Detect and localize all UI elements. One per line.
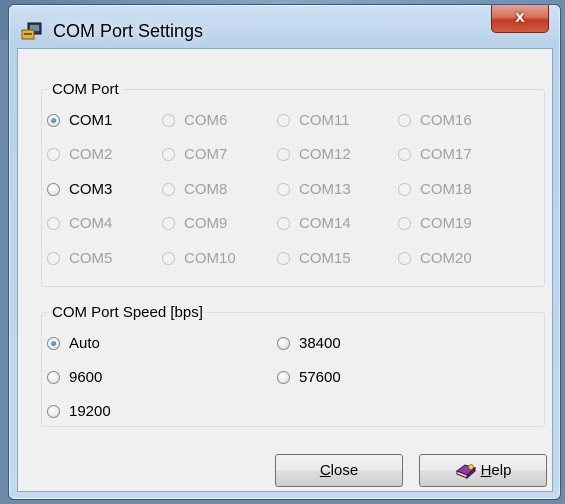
radio-indicator[interactable] <box>47 113 60 127</box>
radio-com14-label: COM14 <box>299 214 351 232</box>
help-button-label: elp <box>491 462 512 479</box>
radio-com7-label: COM7 <box>184 145 228 163</box>
radio-com10: COM10 <box>162 248 236 268</box>
radio-indicator <box>398 182 411 196</box>
radio-speed-57600-label: 57600 <box>299 368 341 386</box>
radio-indicator <box>277 147 290 161</box>
com-port-group-label: COM Port <box>52 81 119 98</box>
radio-indicator <box>47 251 60 265</box>
radio-com12: COM12 <box>277 144 351 164</box>
help-book-icon <box>455 463 476 479</box>
radio-indicator <box>162 251 175 265</box>
radio-indicator <box>277 182 290 196</box>
radio-indicator[interactable] <box>47 182 60 196</box>
radio-com6: COM6 <box>162 110 227 130</box>
radio-com19: COM19 <box>398 213 472 233</box>
radio-com3-label: COM3 <box>69 180 113 198</box>
radio-com13-label: COM13 <box>299 180 351 198</box>
radio-speed-9600-label: 9600 <box>69 368 103 386</box>
radio-com1-label: COM1 <box>69 111 113 129</box>
radio-com4-label: COM4 <box>69 214 113 232</box>
radio-com20: COM20 <box>398 248 472 268</box>
radio-com15: COM15 <box>277 248 351 268</box>
radio-speed-57600[interactable]: 57600 <box>277 367 341 387</box>
radio-com6-label: COM6 <box>184 111 228 129</box>
com-port-settings-dialog: COM Port Settings x COM Port COM1 COM2 COM… <box>8 4 561 500</box>
close-button[interactable]: Close <box>275 454 403 487</box>
radio-indicator <box>162 147 175 161</box>
radio-speed-9600[interactable]: 9600 <box>47 367 102 387</box>
close-icon: x <box>515 7 525 26</box>
radio-speed-19200-label: 19200 <box>69 402 111 420</box>
radio-indicator <box>47 216 60 230</box>
radio-com2: COM2 <box>47 144 112 164</box>
radio-com16-label: COM16 <box>420 111 472 129</box>
radio-indicator <box>277 216 290 230</box>
radio-com9: COM9 <box>162 213 227 233</box>
radio-com13: COM13 <box>277 179 351 199</box>
radio-indicator <box>398 147 411 161</box>
radio-com11: COM11 <box>277 110 350 130</box>
radio-com15-label: COM15 <box>299 249 351 267</box>
radio-com10-label: COM10 <box>184 249 236 267</box>
radio-indicator[interactable] <box>47 370 60 384</box>
radio-com4: COM4 <box>47 213 112 233</box>
radio-com9-label: COM9 <box>184 214 228 232</box>
radio-com8: COM8 <box>162 179 227 199</box>
radio-indicator[interactable] <box>277 370 290 384</box>
radio-com1[interactable]: COM1 <box>47 110 112 130</box>
close-button-mnemonic: C <box>319 462 331 479</box>
close-button-label: lose <box>330 462 359 479</box>
radio-speed-19200[interactable]: 19200 <box>47 401 111 421</box>
radio-indicator <box>277 251 290 265</box>
radio-speed-38400[interactable]: 38400 <box>277 333 341 353</box>
radio-speed-auto[interactable]: Auto <box>47 333 100 353</box>
radio-com3[interactable]: COM3 <box>47 179 112 199</box>
radio-indicator[interactable] <box>47 404 60 418</box>
window-title: COM Port Settings <box>53 21 204 41</box>
radio-com18: COM18 <box>398 179 472 199</box>
radio-com11-label: COM11 <box>299 111 350 129</box>
radio-indicator <box>162 113 175 127</box>
title-bar[interactable]: COM Port Settings x <box>9 5 560 47</box>
radio-com18-label: COM18 <box>420 180 472 198</box>
radio-indicator <box>398 113 411 127</box>
radio-speed-auto-label: Auto <box>69 334 100 352</box>
radio-indicator <box>162 216 175 230</box>
dialog-client-area: COM Port COM1 COM2 COM3 COM4 COM5 COM6 COM7 COM… <box>17 48 553 492</box>
radio-com19-label: COM19 <box>420 214 472 232</box>
radio-com8-label: COM8 <box>184 180 228 198</box>
radio-indicator[interactable] <box>47 336 60 350</box>
radio-com17-label: COM17 <box>420 145 472 163</box>
radio-speed-38400-label: 38400 <box>299 334 341 352</box>
radio-com7: COM7 <box>162 144 227 164</box>
radio-indicator[interactable] <box>277 336 290 350</box>
radio-com20-label: COM20 <box>420 249 472 267</box>
radio-com5: COM5 <box>47 248 112 268</box>
window-close-button[interactable]: x <box>491 5 549 33</box>
radio-indicator <box>162 182 175 196</box>
help-button[interactable]: Help <box>419 454 547 487</box>
com-port-speed-group: COM Port Speed [bps] <box>41 304 545 427</box>
help-button-mnemonic: H <box>480 462 492 479</box>
radio-indicator <box>47 147 60 161</box>
radio-com2-label: COM2 <box>69 145 113 163</box>
radio-indicator <box>398 216 411 230</box>
radio-com16: COM16 <box>398 110 472 130</box>
com-port-app-icon <box>21 22 42 40</box>
radio-com17: COM17 <box>398 144 472 164</box>
com-port-speed-group-label: COM Port Speed [bps] <box>52 304 203 321</box>
radio-indicator <box>277 113 290 127</box>
radio-indicator <box>398 251 411 265</box>
radio-com14: COM14 <box>277 213 351 233</box>
radio-com12-label: COM12 <box>299 145 351 163</box>
radio-com5-label: COM5 <box>69 249 113 267</box>
